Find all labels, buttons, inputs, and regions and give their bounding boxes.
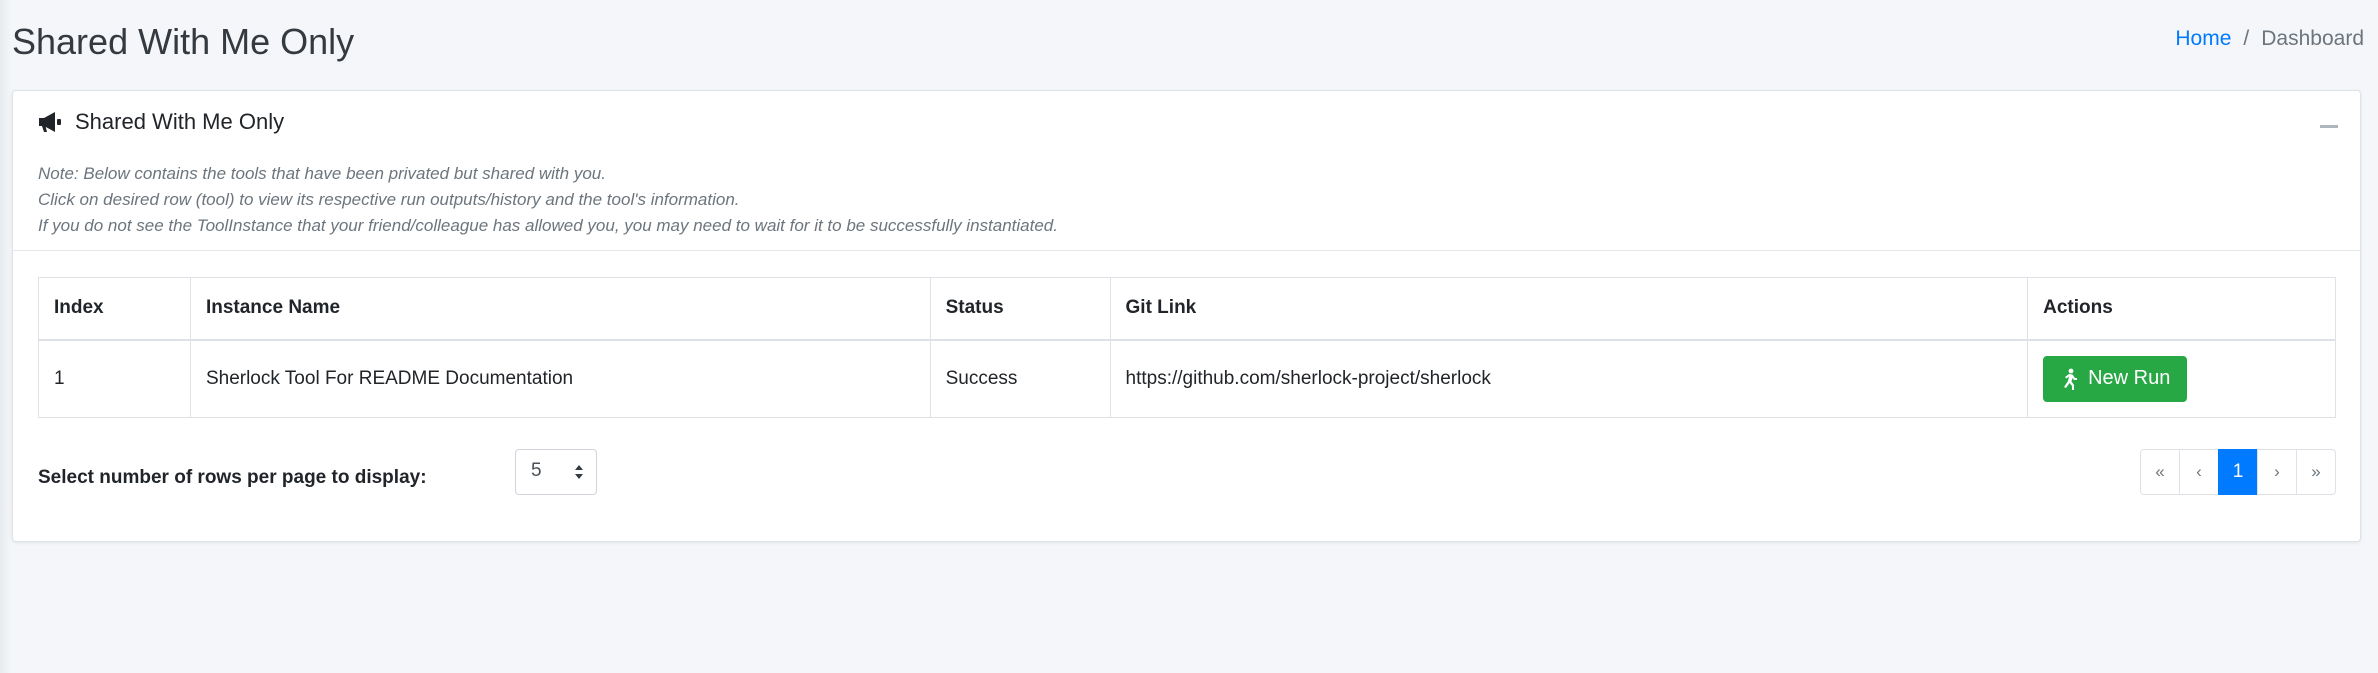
cell-instance-name: Sherlock Tool For README Documentation xyxy=(189,339,931,418)
rows-per-page-value: 5 xyxy=(531,460,542,481)
megaphone-icon xyxy=(39,112,61,132)
column-header-git-link[interactable]: Git Link xyxy=(1109,277,2029,341)
minus-icon xyxy=(2320,125,2338,128)
breadcrumb: Home / Dashboard xyxy=(2175,24,2364,54)
collapse-button[interactable] xyxy=(2320,117,2338,135)
tools-table: Index Instance Name Status Git Link Acti… xyxy=(38,277,2336,418)
table-header-row: Index Instance Name Status Git Link Acti… xyxy=(38,277,2336,341)
pagination-prev-button[interactable]: ‹ xyxy=(2179,449,2219,495)
column-header-instance-name[interactable]: Instance Name xyxy=(189,277,931,341)
card-title-text: Shared With Me Only xyxy=(75,109,285,134)
column-header-actions: Actions xyxy=(2027,277,2336,341)
pagination-last-button[interactable]: » xyxy=(2296,449,2336,495)
pagination-page-1[interactable]: 1 xyxy=(2218,449,2258,495)
page-header: Shared With Me Only Home / Dashboard xyxy=(0,0,2378,85)
select-arrows-icon xyxy=(575,465,583,479)
note-line: Click on desired row (tool) to view its … xyxy=(38,190,740,209)
card-notes: Note: Below contains the tools that have… xyxy=(38,161,1058,239)
cell-index: 1 xyxy=(38,339,191,418)
column-header-index[interactable]: Index xyxy=(38,277,191,341)
card-title: Shared With Me Only xyxy=(37,107,284,137)
table-row[interactable]: 1 Sherlock Tool For README Documentation… xyxy=(38,339,2336,418)
running-icon xyxy=(2064,368,2078,390)
sidebar-edge xyxy=(0,0,12,673)
breadcrumb-home-link[interactable]: Home xyxy=(2175,24,2231,54)
new-run-label: New Run xyxy=(2088,367,2171,390)
page: Shared With Me Only Home / Dashboard Sha… xyxy=(0,0,2378,673)
new-run-button[interactable]: New Run xyxy=(2043,355,2188,402)
shared-tools-card: Shared With Me Only Note: Below contains… xyxy=(12,90,2361,542)
pagination-next-button[interactable]: › xyxy=(2257,449,2297,495)
cell-git-link: https://github.com/sherlock-project/sher… xyxy=(1109,339,2029,418)
pagination: « ‹ 1 › » xyxy=(2140,449,2336,495)
breadcrumb-current: Dashboard xyxy=(2261,27,2364,50)
cell-status: Success xyxy=(929,339,1111,418)
note-line: Note: Below contains the tools that have… xyxy=(38,164,606,183)
breadcrumb-separator: / xyxy=(2243,27,2250,50)
note-line: If you do not see the ToolInstance that … xyxy=(38,216,1058,235)
pagination-first-button[interactable]: « xyxy=(2140,449,2180,495)
column-header-status[interactable]: Status xyxy=(929,277,1111,341)
rows-per-page-select[interactable]: 5 xyxy=(515,449,597,495)
page-title: Shared With Me Only xyxy=(12,21,355,62)
cell-actions: New Run xyxy=(2027,339,2336,418)
card-header: Shared With Me Only Note: Below contains… xyxy=(13,91,2360,251)
rows-per-page-label: Select number of rows per page to displa… xyxy=(38,467,427,488)
